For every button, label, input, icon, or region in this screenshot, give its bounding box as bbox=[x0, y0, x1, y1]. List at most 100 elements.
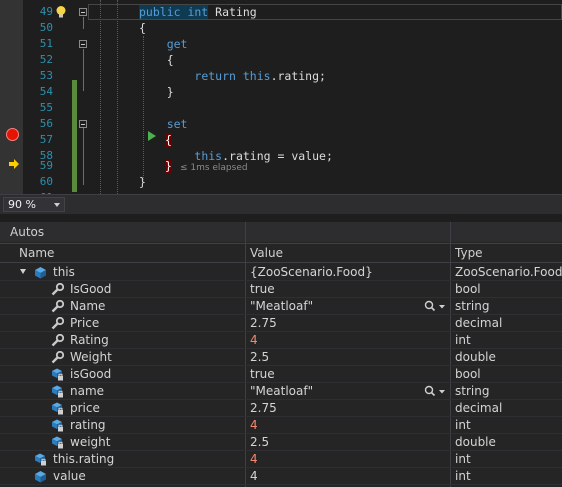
code-keyword: get bbox=[166, 37, 188, 51]
code-text: { bbox=[139, 53, 174, 67]
collapse-toggle-icon[interactable] bbox=[79, 120, 87, 128]
autos-row[interactable]: name "Meatloaf" string bbox=[0, 383, 562, 400]
variable-name: this.rating bbox=[53, 452, 115, 466]
autos-row[interactable]: isGood true bool bbox=[0, 366, 562, 383]
line-number: 50 bbox=[39, 21, 53, 34]
autos-row[interactable]: value 4 int bbox=[0, 468, 562, 485]
code-line: 54 } bbox=[0, 84, 562, 100]
code-text: { bbox=[139, 21, 146, 35]
line-number: 51 bbox=[39, 37, 53, 50]
code-line: 51 get bbox=[0, 36, 562, 52]
variable-value[interactable]: true bbox=[250, 281, 275, 297]
code-line: 56 set bbox=[0, 116, 562, 132]
collapse-toggle-icon[interactable] bbox=[79, 40, 87, 48]
variable-type: decimal bbox=[455, 401, 503, 415]
perf-tip[interactable]: ≤ 1ms elapsed bbox=[180, 163, 248, 173]
collapse-toggle-icon[interactable] bbox=[79, 8, 87, 16]
column-header-name[interactable]: Name bbox=[19, 244, 54, 262]
variable-value[interactable]: "Meatloaf" bbox=[250, 383, 313, 399]
autos-row[interactable]: weight 2.5 double bbox=[0, 434, 562, 451]
property-icon bbox=[51, 351, 64, 364]
variable-value[interactable]: {ZooScenario.Food} bbox=[250, 264, 373, 280]
expand-toggle-icon[interactable] bbox=[20, 269, 26, 274]
autos-row[interactable]: rating 4 int bbox=[0, 417, 562, 434]
line-number: 56 bbox=[39, 117, 53, 130]
variable-name: rating bbox=[70, 418, 106, 432]
code-editor[interactable]: 49 public int Rating 50 { 51 get 52 { 53… bbox=[0, 0, 562, 194]
autos-row[interactable]: IsGood true bool bbox=[0, 281, 562, 298]
variable-value[interactable]: 2.75 bbox=[250, 400, 277, 416]
private-field-icon bbox=[52, 402, 63, 415]
property-icon bbox=[51, 317, 64, 330]
variable-value[interactable]: 4 bbox=[250, 468, 258, 484]
property-icon bbox=[51, 283, 64, 296]
variable-name: Price bbox=[70, 316, 100, 330]
text-visualizer-icon[interactable] bbox=[424, 385, 448, 398]
variable-name: IsGood bbox=[70, 282, 112, 296]
variable-value[interactable]: 2.75 bbox=[250, 315, 277, 331]
code-line: 57 { bbox=[0, 132, 562, 148]
autos-row[interactable]: this {ZooScenario.Food} ZooScenario.Food bbox=[0, 264, 562, 281]
variable-value[interactable]: 4 bbox=[250, 451, 258, 467]
highlighted-brace: } bbox=[165, 159, 172, 173]
variable-value[interactable]: 4 bbox=[250, 332, 258, 348]
line-number: 59 bbox=[39, 159, 53, 172]
code-keyword: return this bbox=[194, 69, 271, 83]
code-text: { bbox=[165, 132, 172, 148]
autos-row[interactable]: Price 2.75 decimal bbox=[0, 315, 562, 332]
code-text: set bbox=[139, 116, 188, 132]
variable-type: int bbox=[455, 333, 471, 347]
autos-title[interactable]: Autos bbox=[0, 222, 562, 242]
variable-value[interactable]: "Meatloaf" bbox=[250, 298, 313, 314]
code-line: 60 } bbox=[0, 174, 562, 190]
code-identifier: .rating; bbox=[270, 69, 326, 83]
column-header-value[interactable]: Value bbox=[250, 244, 283, 262]
autos-row[interactable]: Weight 2.5 double bbox=[0, 349, 562, 366]
variable-type: ZooScenario.Food bbox=[455, 265, 562, 279]
autos-window: Autos Name Value Type this {ZooScenario.F… bbox=[0, 222, 562, 487]
zoom-value: 90 % bbox=[8, 198, 36, 211]
autos-row[interactable]: Name "Meatloaf" string bbox=[0, 298, 562, 315]
code-text: } bbox=[139, 175, 146, 189]
autos-row[interactable]: Rating 4 int bbox=[0, 332, 562, 349]
private-field-icon bbox=[52, 368, 63, 381]
line-number: 49 bbox=[39, 5, 53, 18]
variable-value[interactable]: true bbox=[250, 366, 275, 382]
variable-value[interactable]: 2.5 bbox=[250, 349, 269, 365]
private-field-icon bbox=[52, 419, 63, 432]
variable-name: value bbox=[53, 469, 86, 483]
line-number: 60 bbox=[39, 175, 53, 188]
breakpoint-icon[interactable] bbox=[6, 128, 19, 141]
zoom-dropdown[interactable]: 90 % bbox=[3, 197, 65, 212]
autos-row[interactable]: this.rating 4 int bbox=[0, 451, 562, 468]
variable-value[interactable]: 4 bbox=[250, 417, 258, 433]
autos-row[interactable]: price 2.75 decimal bbox=[0, 400, 562, 417]
variable-value[interactable]: 2.5 bbox=[250, 434, 269, 450]
property-icon bbox=[51, 334, 64, 347]
variable-type: string bbox=[455, 384, 490, 398]
variable-name: Name bbox=[70, 299, 106, 313]
code-keyword: set bbox=[166, 117, 188, 131]
property-icon bbox=[51, 300, 64, 313]
variable-type: int bbox=[455, 452, 471, 466]
run-to-click-icon[interactable] bbox=[148, 131, 156, 141]
variable-type: double bbox=[455, 350, 496, 364]
code-text: return this.rating; bbox=[139, 68, 326, 84]
code-text: get bbox=[139, 36, 188, 52]
variable-type: bool bbox=[455, 282, 481, 296]
text-visualizer-icon[interactable] bbox=[424, 300, 448, 313]
line-number: 55 bbox=[39, 101, 53, 114]
line-number: 52 bbox=[39, 53, 53, 66]
variable-name: name bbox=[70, 384, 105, 398]
column-header-type[interactable]: Type bbox=[455, 244, 483, 262]
variable-name: isGood bbox=[70, 367, 112, 381]
variable-name: this bbox=[53, 265, 75, 279]
code-line: 49 public int Rating bbox=[0, 4, 562, 20]
execution-pointer-icon[interactable] bbox=[9, 159, 19, 169]
variable-type: decimal bbox=[455, 316, 503, 330]
code-line: 53 return this.rating; bbox=[0, 68, 562, 84]
variable-name: Rating bbox=[70, 333, 109, 347]
